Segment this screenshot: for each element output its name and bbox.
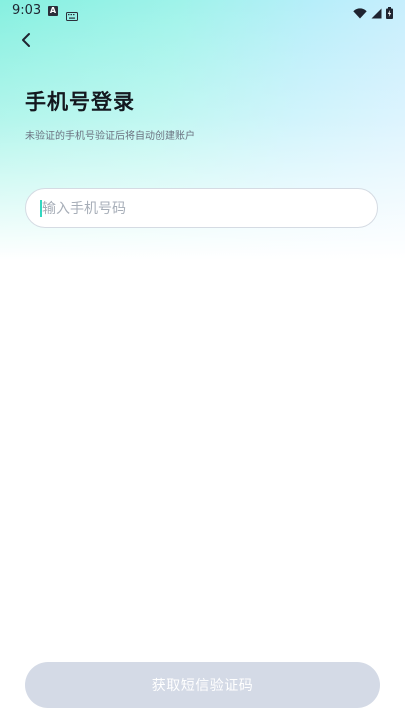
- page-title: 手机号登录: [25, 90, 135, 114]
- signal-icon: [371, 4, 382, 23]
- status-right-icons: [353, 4, 393, 23]
- phone-input-container[interactable]: [25, 188, 378, 229]
- wifi-icon: [353, 4, 367, 23]
- status-time: 9:03: [12, 3, 42, 18]
- status-bar: 9:03 A: [0, 0, 405, 22]
- phone-number-input[interactable]: [40, 189, 364, 229]
- keyboard-icon: [66, 6, 78, 25]
- page-subtitle: 未验证的手机号验证后将自动创建账户: [25, 131, 195, 142]
- text-caret: [40, 200, 42, 217]
- back-button[interactable]: [14, 30, 38, 54]
- get-sms-code-button[interactable]: 获取短信验证码: [25, 662, 380, 708]
- chevron-left-icon: [19, 32, 33, 52]
- notification-a-icon: A: [48, 6, 58, 16]
- battery-charging-icon: [386, 4, 393, 23]
